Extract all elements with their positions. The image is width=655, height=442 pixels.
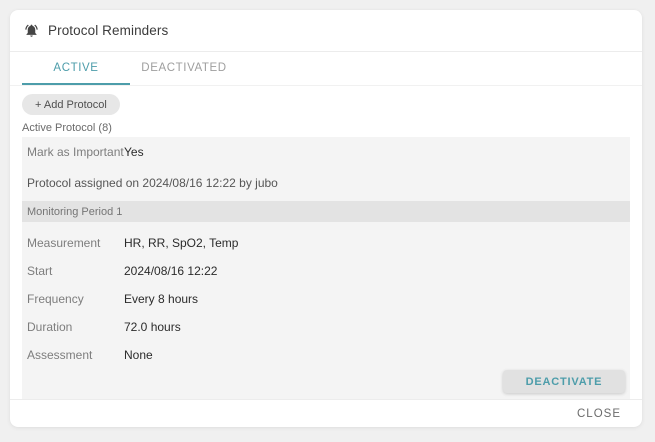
important-value: Yes bbox=[124, 145, 144, 159]
measurement-label: Measurement bbox=[27, 236, 101, 250]
tab-deactivated[interactable]: DEACTIVATED bbox=[130, 52, 238, 85]
frequency-row: Frequency Every 8 hours bbox=[22, 292, 630, 306]
deactivate-button[interactable]: DEACTIVATE bbox=[503, 370, 625, 393]
add-protocol-button[interactable]: + Add Protocol bbox=[22, 94, 120, 115]
important-row: Mark as Important Yes bbox=[22, 137, 630, 159]
duration-label: Duration bbox=[27, 320, 73, 334]
measurement-value: HR, RR, SpO2, Temp bbox=[124, 236, 239, 250]
dialog-content: + Add Protocol Active Protocol (8) Mark … bbox=[10, 86, 642, 399]
assigned-note: Protocol assigned on 2024/08/16 12:22 by… bbox=[27, 176, 278, 190]
frequency-label: Frequency bbox=[27, 292, 84, 306]
close-button[interactable]: CLOSE bbox=[577, 408, 621, 420]
assessment-row: Assessment None bbox=[22, 348, 630, 362]
start-value: 2024/08/16 12:22 bbox=[124, 264, 218, 278]
bell-icon bbox=[24, 23, 39, 38]
assessment-value: None bbox=[124, 348, 153, 362]
field-list: Measurement HR, RR, SpO2, Temp Start 202… bbox=[22, 236, 630, 362]
frequency-value: Every 8 hours bbox=[124, 292, 199, 306]
assessment-label: Assessment bbox=[27, 348, 93, 362]
dialog-footer: CLOSE bbox=[10, 399, 642, 427]
tab-bar: ACTIVE DEACTIVATED bbox=[10, 52, 642, 86]
dialog-title: Protocol Reminders bbox=[48, 23, 169, 38]
measurement-row: Measurement HR, RR, SpO2, Temp bbox=[22, 236, 630, 250]
monitoring-period-header: Monitoring Period 1 bbox=[22, 201, 630, 222]
duration-row: Duration 72.0 hours bbox=[22, 320, 630, 334]
start-row: Start 2024/08/16 12:22 bbox=[22, 264, 630, 278]
important-label: Mark as Important bbox=[27, 145, 124, 159]
start-label: Start bbox=[27, 264, 53, 278]
tab-active[interactable]: ACTIVE bbox=[22, 52, 130, 85]
active-protocol-count-label: Active Protocol (8) bbox=[22, 122, 112, 134]
protocol-card: Mark as Important Yes Protocol assigned … bbox=[22, 137, 630, 399]
dialog-header: Protocol Reminders bbox=[10, 10, 642, 52]
protocol-reminders-dialog: Protocol Reminders ACTIVE DEACTIVATED + … bbox=[10, 10, 642, 427]
duration-value: 72.0 hours bbox=[124, 320, 181, 334]
